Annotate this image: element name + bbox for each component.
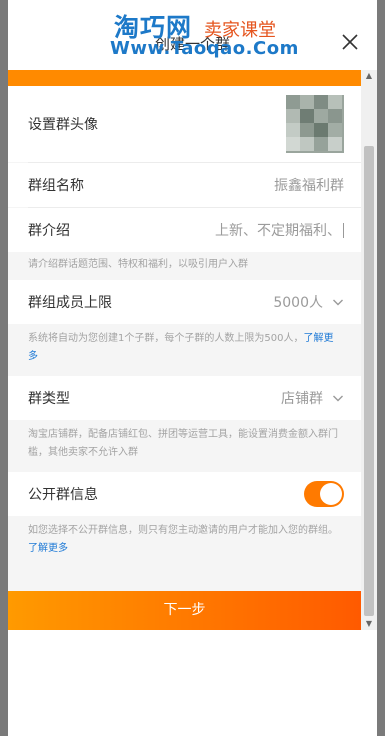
scroll-up-arrow-icon[interactable]: ▲ bbox=[361, 70, 377, 82]
close-icon bbox=[342, 34, 358, 50]
member-limit-label: 群组成员上限 bbox=[28, 295, 112, 311]
create-group-dialog: 创建一个群 淘巧网 卖家课堂 Www.Taoqao.Com 设置群头像 群组名称… bbox=[8, 0, 377, 736]
public-info-row[interactable]: 公开群信息 bbox=[8, 472, 361, 516]
member-limit-select[interactable]: 5000人 bbox=[273, 292, 344, 312]
public-info-label: 公开群信息 bbox=[28, 487, 98, 503]
scroll-down-arrow-icon[interactable]: ▼ bbox=[361, 618, 377, 630]
group-name-label: 群组名称 bbox=[28, 178, 84, 194]
group-intro-row[interactable]: 群介绍 上新、不定期福利、 bbox=[8, 208, 361, 252]
group-name-row[interactable]: 群组名称 振鑫福利群 bbox=[8, 163, 361, 207]
public-info-toggle[interactable] bbox=[304, 481, 344, 507]
close-button[interactable] bbox=[339, 31, 361, 53]
toggle-knob bbox=[320, 483, 342, 505]
public-learn-more-link[interactable]: 了解更多 bbox=[28, 543, 68, 554]
text-cursor bbox=[343, 222, 344, 238]
chevron-down-icon bbox=[333, 299, 343, 306]
vertical-scrollbar[interactable]: ▲ ▼ bbox=[361, 70, 377, 630]
group-avatar-image[interactable] bbox=[286, 95, 344, 153]
group-type-select[interactable]: 店铺群 bbox=[281, 388, 344, 408]
group-type-value: 店铺群 bbox=[281, 391, 323, 407]
group-intro-note: 请介绍群话题范围、特权和福利，以吸引用户入群 bbox=[8, 252, 361, 280]
group-type-label: 群类型 bbox=[28, 391, 70, 407]
public-info-note: 如您选择不公开群信息，则只有您主动邀请的用户才能加入您的群组。了解更多 bbox=[8, 516, 361, 566]
group-type-row[interactable]: 群类型 店铺群 bbox=[8, 376, 361, 420]
member-limit-row[interactable]: 群组成员上限 5000人 bbox=[8, 280, 361, 324]
group-intro-label: 群介绍 bbox=[28, 223, 70, 239]
page-title: 创建一个群 bbox=[154, 35, 230, 53]
dialog-header: 创建一个群 淘巧网 卖家课堂 Www.Taoqao.Com bbox=[8, 0, 377, 70]
chevron-down-icon bbox=[333, 395, 343, 402]
avatar-row[interactable]: 设置群头像 bbox=[8, 86, 361, 162]
next-step-button[interactable]: 下一步 bbox=[8, 591, 361, 630]
group-intro-placeholder: 上新、不定期福利、 bbox=[215, 223, 341, 239]
group-type-note: 淘宝店铺群，配备店铺红包、拼团等运营工具，能设置消费金额入群门槛，其他卖家不允许… bbox=[8, 420, 361, 470]
group-name-value[interactable]: 振鑫福利群 bbox=[274, 175, 344, 195]
member-limit-value: 5000人 bbox=[273, 295, 323, 311]
avatar-label: 设置群头像 bbox=[28, 117, 98, 133]
scrollbar-thumb[interactable] bbox=[364, 146, 374, 616]
member-limit-note: 系统将自动为您创建1个子群，每个子群的人数上限为500人，了解更多 bbox=[8, 324, 361, 374]
accent-bar bbox=[8, 70, 361, 86]
form-scroll-area[interactable]: 设置群头像 群组名称 振鑫福利群 群介绍 上新、不定期福利、 请介绍群话题范围、… bbox=[8, 70, 361, 630]
group-intro-input[interactable]: 上新、不定期福利、 bbox=[215, 220, 344, 240]
